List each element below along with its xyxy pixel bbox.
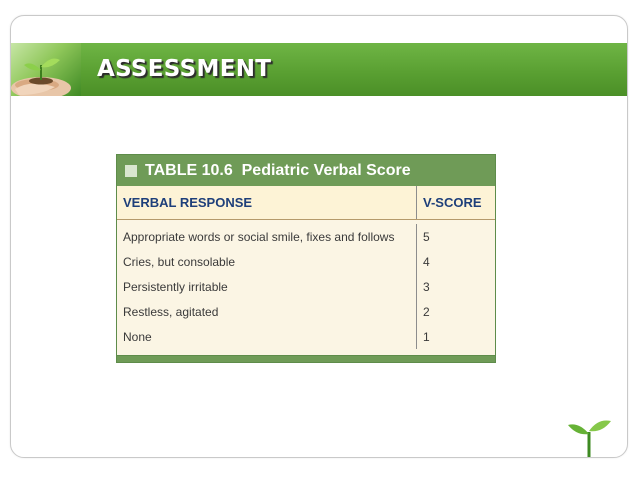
caption-square-icon (125, 164, 137, 177)
table-header-row: VERBAL RESPONSE V-SCORE (117, 186, 495, 220)
table-footer-bar (117, 355, 495, 362)
table-row: None 1 (117, 324, 495, 349)
column-header-v-score: V-SCORE (423, 195, 482, 210)
table-caption-text: TABLE 10.6 Pediatric Verbal Score (145, 161, 411, 179)
title-banner: ASSESSMENT (11, 43, 627, 96)
v-score-cell: 4 (423, 254, 430, 269)
v-score-cell: 3 (423, 279, 430, 294)
sprout-icon (566, 416, 616, 457)
page-title: ASSESSMENT (97, 56, 272, 82)
hands-holding-sprout-icon (11, 43, 81, 96)
verbal-response-cell: None (117, 324, 417, 349)
verbal-response-cell: Cries, but consolable (117, 249, 417, 274)
pediatric-verbal-score-table: TABLE 10.6 Pediatric Verbal Score VERBAL… (116, 154, 496, 363)
table-row: Cries, but consolable 4 (117, 249, 495, 274)
verbal-response-cell: Persistently irritable (117, 274, 417, 299)
v-score-cell: 5 (423, 229, 430, 244)
column-header-verbal-response: VERBAL RESPONSE (117, 186, 417, 219)
table-row: Appropriate words or social smile, fixes… (117, 224, 495, 249)
verbal-response-cell: Appropriate words or social smile, fixes… (117, 224, 417, 249)
v-score-cell: 2 (423, 304, 430, 319)
table-row: Persistently irritable 3 (117, 274, 495, 299)
verbal-response-cell: Restless, agitated (117, 299, 417, 324)
table-caption: TABLE 10.6 Pediatric Verbal Score (117, 155, 495, 186)
v-score-cell: 1 (423, 329, 430, 344)
table-body: Appropriate words or social smile, fixes… (117, 220, 495, 355)
table-row: Restless, agitated 2 (117, 299, 495, 324)
